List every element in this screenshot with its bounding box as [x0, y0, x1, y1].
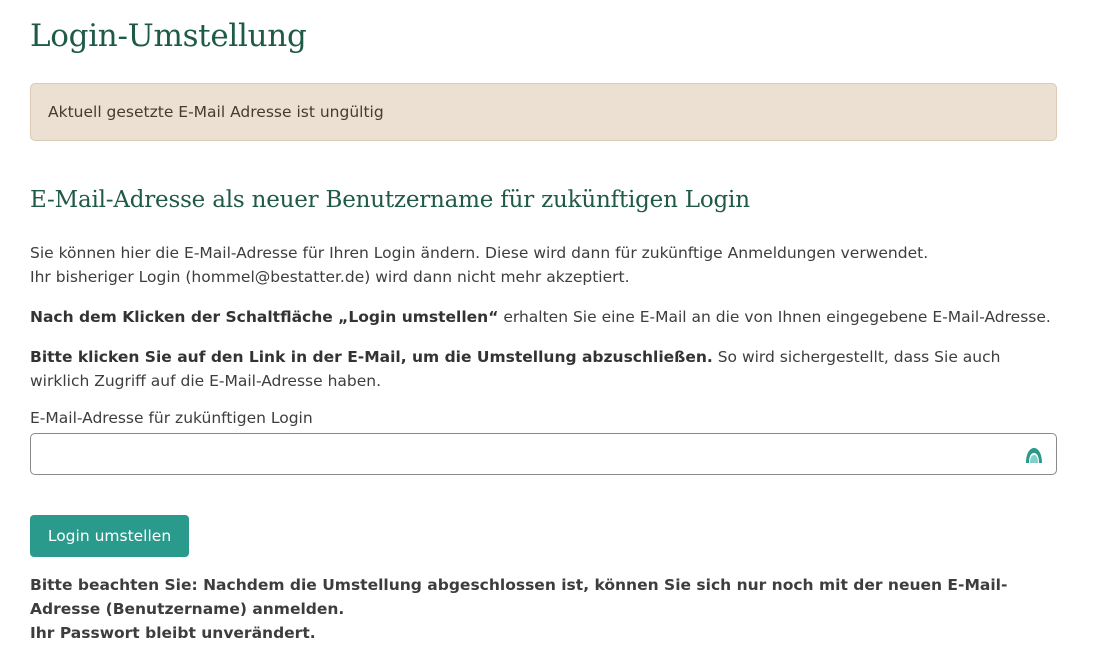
- note-line-2: Ihr Passwort bleibt unverändert.: [30, 624, 316, 642]
- note-line-1: Bitte beachten Sie: Nachdem die Umstellu…: [30, 576, 1008, 618]
- intro-text: Sie können hier die E-Mail-Adresse für I…: [30, 241, 1057, 289]
- note-text: Bitte beachten Sie: Nachdem die Umstellu…: [30, 573, 1057, 645]
- info-text: Nach dem Klicken der Schaltfläche „Login…: [30, 305, 1057, 329]
- email-field-label: E-Mail-Adresse für zukünftigen Login: [30, 409, 313, 427]
- email-field-wrapper: [30, 433, 1057, 475]
- email-input[interactable]: [31, 434, 1015, 472]
- alert-message: Aktuell gesetzte E-Mail Adresse ist ungü…: [48, 103, 384, 121]
- warning-alert: Aktuell gesetzte E-Mail Adresse ist ungü…: [30, 83, 1057, 141]
- intro-line-1: Sie können hier die E-Mail-Adresse für I…: [30, 244, 929, 262]
- page-title: Login-Umstellung: [30, 18, 307, 54]
- confirm-text-bold: Bitte klicken Sie auf den Link in der E-…: [30, 348, 713, 366]
- section-title: E-Mail-Adresse als neuer Benutzername fü…: [30, 187, 750, 213]
- info-text-bold: Nach dem Klicken der Schaltfläche „Login…: [30, 308, 499, 326]
- login-change-button[interactable]: Login umstellen: [30, 515, 189, 557]
- confirm-text: Bitte klicken Sie auf den Link in der E-…: [30, 345, 1057, 393]
- info-text-rest: erhalten Sie eine E-Mail an die von Ihne…: [498, 308, 1051, 326]
- intro-line-2: Ihr bisheriger Login (hommel@bestatter.d…: [30, 268, 630, 286]
- password-manager-icon[interactable]: [1024, 445, 1044, 465]
